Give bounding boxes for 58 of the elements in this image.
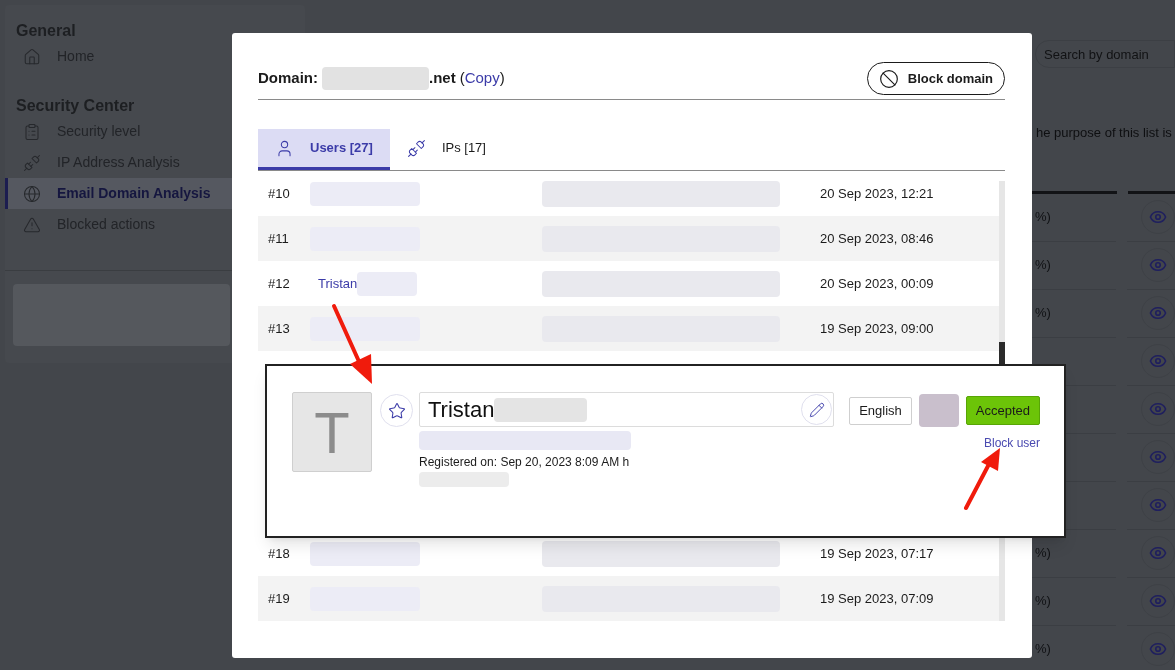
block-user-link[interactable]: Block user (983, 434, 1040, 452)
user-icon (275, 138, 294, 158)
scrollbar-thumb[interactable] (999, 342, 1005, 364)
row-number: #13 (267, 319, 291, 338)
percent-text: %) (1035, 304, 1051, 323)
domain-suffix: .net (429, 68, 456, 89)
home-icon (23, 47, 41, 66)
ban-icon (878, 68, 899, 89)
avatar: T (292, 392, 372, 472)
eye-icon (1149, 448, 1167, 466)
row-number: #12 (267, 274, 291, 293)
pencil-icon (808, 401, 825, 418)
percent-text: %) (1035, 256, 1051, 275)
percent-text: %) (1035, 544, 1051, 563)
eye-icon (1149, 352, 1167, 370)
percent-text: %) (1035, 592, 1051, 611)
name-field[interactable]: Tristan (419, 392, 834, 427)
plug-icon (23, 153, 41, 172)
copy-link[interactable]: Copy (464, 67, 500, 90)
status-button[interactable]: Accepted (965, 396, 1040, 425)
percent-text: %) (1035, 208, 1051, 227)
eye-icon (1149, 208, 1167, 226)
registered-text: Registered on: Sep 20, 2023 8:09 AM h (419, 454, 631, 471)
plug-icon (406, 138, 426, 158)
date-text: 20 Sep 2023, 00:09 (820, 274, 934, 293)
eye-icon (1149, 256, 1167, 274)
date-text: 19 Sep 2023, 07:09 (820, 589, 934, 608)
bracket-text: ) (499, 68, 505, 89)
clipboard-icon (23, 122, 41, 141)
blurred-image (918, 394, 959, 427)
eye-icon (1149, 400, 1167, 418)
date-text: 20 Sep 2023, 08:46 (820, 229, 934, 248)
row-number: #11 (267, 229, 290, 248)
eye-icon (1149, 304, 1167, 322)
annotation-arrow (964, 448, 1000, 510)
language-button[interactable]: English (849, 396, 912, 425)
intro-text: he purpose of this list is (1036, 124, 1173, 142)
row-number: #18 (267, 544, 291, 563)
eye-icon (1149, 544, 1167, 562)
bracket-text: ( (459, 68, 465, 89)
tab[interactable]: Users [27] (258, 129, 390, 170)
tab[interactable]: IPs [17] (389, 129, 503, 170)
view-button[interactable] (1141, 440, 1175, 474)
percent-text: %) (1035, 640, 1051, 659)
warning-icon (23, 215, 41, 234)
eye-icon (1149, 496, 1167, 514)
row-number: #10 (267, 184, 291, 203)
name-text: Tristan (428, 396, 495, 424)
user-link[interactable]: Tristan (310, 273, 358, 294)
date-text: 19 Sep 2023, 07:17 (820, 544, 934, 563)
date-text: 20 Sep 2023, 12:21 (820, 184, 934, 203)
date-text: 19 Sep 2023, 09:00 (820, 319, 934, 338)
row-number: #19 (267, 589, 291, 608)
eye-icon (1149, 592, 1167, 610)
eye-icon (1149, 640, 1167, 658)
globe-icon (23, 184, 41, 203)
star-icon (387, 401, 406, 420)
domain-label: Domain: (258, 68, 318, 89)
